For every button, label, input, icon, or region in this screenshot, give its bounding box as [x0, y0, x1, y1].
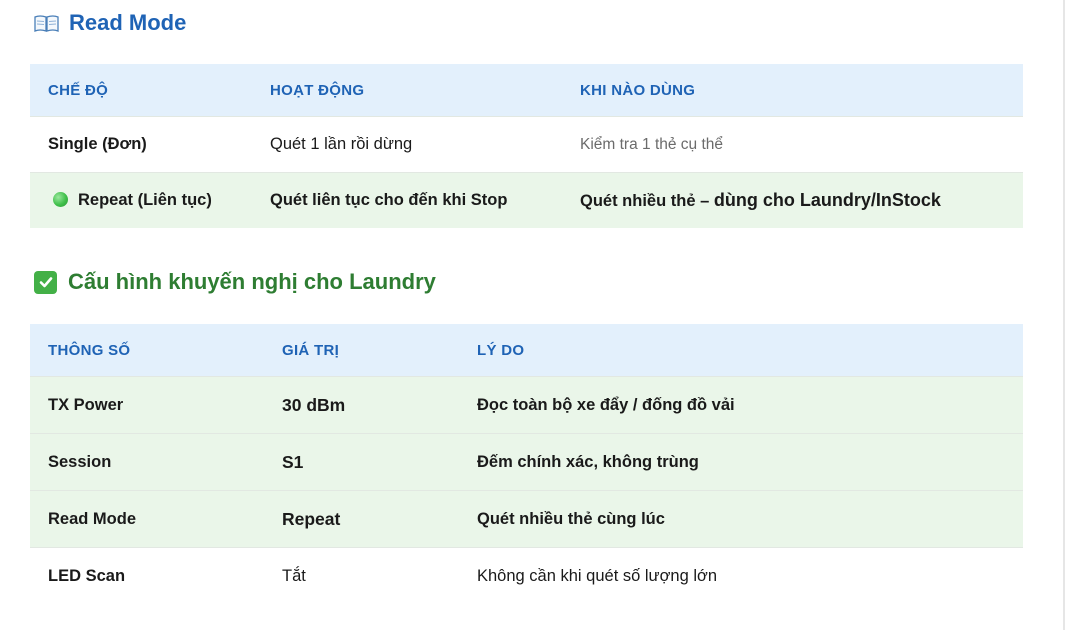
when-cell: Quét nhiều thẻ – dùng cho Laundry/InStoc…	[562, 172, 1023, 228]
table-header-row: THÔNG SỐ GIÁ TRỊ LÝ DO	[30, 324, 1023, 377]
value-cell: Tắt	[264, 547, 459, 604]
table-row: Session S1 Đếm chính xác, không trùng	[30, 433, 1023, 491]
table-row: Read Mode Repeat Quét nhiều thẻ cùng lúc	[30, 490, 1023, 548]
check-mark-icon	[34, 270, 57, 294]
value-cell: Repeat	[264, 490, 459, 548]
table-row: LED Scan Tắt Không cần khi quét số lượng…	[30, 547, 1023, 604]
mode-label: Repeat (Liên tục)	[78, 191, 212, 209]
param-cell: Session	[30, 433, 264, 491]
column-header-mode: CHẾ ĐỘ	[30, 64, 252, 117]
green-circle-icon	[53, 192, 68, 207]
reason-cell: Quét nhiều thẻ cùng lúc	[459, 490, 1023, 548]
action-cell: Quét liên tục cho đến khi Stop	[252, 172, 562, 228]
column-header-action: HOẠT ĐỘNG	[252, 64, 562, 117]
param-cell: LED Scan	[30, 547, 264, 604]
table-row: TX Power 30 dBm Đọc toàn bộ xe đẩy / đốn…	[30, 376, 1023, 434]
action-cell: Quét 1 lần rồi dừng	[252, 116, 562, 173]
laundry-config-heading: Cấu hình khuyến nghị cho Laundry	[34, 269, 436, 295]
read-mode-table: CHẾ ĐỘ HOẠT ĐỘNG KHI NÀO DÙNG Single (Đơ…	[30, 64, 1023, 228]
table-row-repeat: Repeat (Liên tục) Quét liên tục cho đến …	[30, 172, 1023, 228]
when-prefix: Quét nhiều thẻ –	[580, 192, 714, 210]
table-row-single: Single (Đơn) Quét 1 lần rồi dừng Kiểm tr…	[30, 116, 1023, 173]
column-header-value: GIÁ TRỊ	[264, 324, 459, 377]
column-header-param: THÔNG SỐ	[30, 324, 264, 377]
when-emphasis: dùng cho Laundry/InStock	[713, 190, 941, 210]
laundry-config-title: Cấu hình khuyến nghị cho Laundry	[68, 269, 436, 294]
param-cell: Read Mode	[30, 490, 264, 548]
read-mode-heading: Read Mode	[34, 10, 186, 36]
value-cell: S1	[264, 433, 459, 491]
reason-cell: Không cần khi quét số lượng lớn	[459, 547, 1023, 604]
when-cell: Kiểm tra 1 thẻ cụ thể	[562, 116, 1023, 173]
value-cell: 30 dBm	[264, 376, 459, 434]
mode-cell: Repeat (Liên tục)	[30, 172, 252, 228]
table-header-row: CHẾ ĐỘ HOẠT ĐỘNG KHI NÀO DÙNG	[30, 64, 1023, 117]
column-header-reason: LÝ DO	[459, 324, 1023, 377]
column-header-when: KHI NÀO DÙNG	[562, 64, 1023, 117]
reason-cell: Đọc toàn bộ xe đẩy / đống đồ vải	[459, 376, 1023, 434]
open-book-icon	[34, 13, 59, 33]
read-mode-title: Read Mode	[69, 10, 187, 35]
mode-cell: Single (Đơn)	[30, 116, 252, 173]
param-cell: TX Power	[30, 376, 264, 434]
page: Read Mode CHẾ ĐỘ HOẠT ĐỘNG KHI NÀO DÙNG …	[0, 0, 1065, 630]
reason-cell: Đếm chính xác, không trùng	[459, 433, 1023, 491]
laundry-config-table: THÔNG SỐ GIÁ TRỊ LÝ DO TX Power 30 dBm Đ…	[30, 324, 1023, 604]
